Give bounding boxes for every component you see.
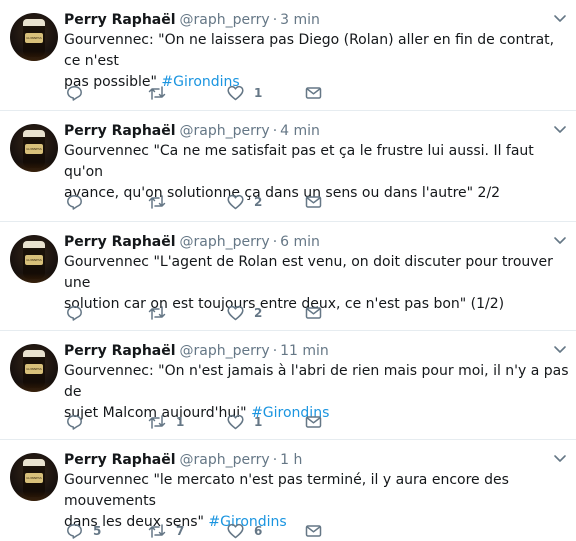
tweet-timestamp[interactable]: 6 min	[280, 234, 320, 250]
separator-dot: ·	[272, 123, 278, 139]
chevron-down-icon[interactable]	[552, 10, 568, 26]
like-button[interactable]: 2	[227, 192, 262, 212]
tweet[interactable]: GUINNESS Perry Raphaël @raph_perry · 1 h Go…	[0, 440, 576, 540]
avatar[interactable]: GUINNESS	[10, 344, 58, 392]
tweet-actions: 1 1	[64, 412, 384, 432]
like-button[interactable]: 2	[227, 303, 262, 323]
heart-icon	[227, 523, 244, 539]
reply-button[interactable]	[66, 303, 93, 323]
direct-message-button[interactable]	[305, 83, 322, 103]
like-button[interactable]: 1	[227, 412, 262, 432]
retweet-icon	[148, 415, 166, 429]
heart-icon	[227, 305, 244, 321]
tweet-header: Perry Raphaël @raph_perry · 11 min	[64, 341, 329, 361]
like-button[interactable]: 6	[227, 521, 262, 541]
direct-message-button[interactable]	[305, 412, 322, 432]
author-handle[interactable]: @raph_perry	[180, 343, 270, 359]
tweet-timestamp[interactable]: 3 min	[280, 12, 320, 28]
retweet-button[interactable]	[148, 83, 176, 103]
like-count: 2	[254, 195, 263, 209]
separator-dot: ·	[272, 343, 278, 359]
retweet-icon	[148, 306, 166, 320]
heart-icon	[227, 194, 244, 210]
retweet-button[interactable]: 7	[148, 521, 184, 541]
reply-icon	[67, 195, 82, 210]
retweet-icon	[148, 86, 166, 100]
envelope-icon	[305, 525, 322, 537]
author-handle[interactable]: @raph_perry	[180, 123, 270, 139]
separator-dot: ·	[272, 234, 278, 250]
author-handle[interactable]: @raph_perry	[180, 12, 270, 28]
like-count: 6	[254, 524, 263, 538]
envelope-icon	[305, 307, 322, 319]
chevron-down-icon[interactable]	[552, 450, 568, 466]
reply-count: 5	[93, 524, 102, 538]
reply-button[interactable]	[66, 192, 93, 212]
like-count: 2	[254, 306, 263, 320]
like-button[interactable]: 1	[227, 83, 262, 103]
avatar[interactable]: GUINNESS	[10, 453, 58, 501]
tweet-actions: 2	[64, 303, 384, 323]
retweet-button[interactable]: 1	[148, 412, 184, 432]
tweet-timestamp[interactable]: 11 min	[280, 343, 329, 359]
envelope-icon	[305, 87, 322, 99]
retweet-button[interactable]	[148, 192, 176, 212]
reply-icon	[67, 415, 82, 430]
envelope-icon	[305, 416, 322, 428]
author-name[interactable]: Perry Raphaël	[64, 234, 176, 250]
avatar[interactable]: GUINNESS	[10, 124, 58, 172]
tweet-timeline: GUINNESS Perry Raphaël @raph_perry · 3 min …	[0, 0, 576, 540]
chevron-down-icon[interactable]	[552, 121, 568, 137]
retweet-count: 7	[176, 524, 185, 538]
author-name[interactable]: Perry Raphaël	[64, 12, 176, 28]
envelope-icon	[305, 196, 322, 208]
author-name[interactable]: Perry Raphaël	[64, 123, 176, 139]
retweet-button[interactable]	[148, 303, 176, 323]
retweet-icon	[148, 524, 166, 538]
direct-message-button[interactable]	[305, 303, 322, 323]
tweet[interactable]: GUINNESS Perry Raphaël @raph_perry · 6 min …	[0, 222, 576, 331]
chevron-down-icon[interactable]	[552, 341, 568, 357]
avatar[interactable]: GUINNESS	[10, 13, 58, 61]
like-count: 1	[254, 86, 263, 100]
direct-message-button[interactable]	[305, 192, 322, 212]
tweet-actions: 1	[64, 83, 384, 103]
tweet-timestamp[interactable]: 1 h	[280, 452, 302, 468]
tweet-actions: 5 7 6	[64, 521, 384, 541]
tweet-timestamp[interactable]: 4 min	[280, 123, 320, 139]
author-name[interactable]: Perry Raphaël	[64, 452, 176, 468]
direct-message-button[interactable]	[305, 521, 322, 541]
heart-icon	[227, 85, 244, 101]
tweet-actions: 2	[64, 192, 384, 212]
tweet-text-body: Gourvennec: "On ne laissera pas Diego (R…	[64, 32, 555, 90]
tweet-header: Perry Raphaël @raph_perry · 1 h	[64, 450, 302, 470]
separator-dot: ·	[272, 452, 278, 468]
chevron-down-icon[interactable]	[552, 232, 568, 248]
reply-icon	[67, 86, 82, 101]
tweet-header: Perry Raphaël @raph_perry · 4 min	[64, 121, 320, 141]
author-handle[interactable]: @raph_perry	[180, 452, 270, 468]
like-count: 1	[254, 415, 263, 429]
retweet-count: 1	[176, 415, 185, 429]
avatar[interactable]: GUINNESS	[10, 235, 58, 283]
author-name[interactable]: Perry Raphaël	[64, 343, 176, 359]
separator-dot: ·	[272, 12, 278, 28]
tweet[interactable]: GUINNESS Perry Raphaël @raph_perry · 3 min …	[0, 0, 576, 111]
reply-button[interactable]	[66, 412, 93, 432]
tweet-header: Perry Raphaël @raph_perry · 3 min	[64, 10, 320, 30]
reply-icon	[67, 306, 82, 321]
reply-button[interactable]	[66, 83, 93, 103]
tweet[interactable]: GUINNESS Perry Raphaël @raph_perry · 4 min …	[0, 111, 576, 222]
tweet[interactable]: GUINNESS Perry Raphaël @raph_perry · 11 min…	[0, 331, 576, 440]
tweet-header: Perry Raphaël @raph_perry · 6 min	[64, 232, 320, 252]
author-handle[interactable]: @raph_perry	[180, 234, 270, 250]
heart-icon	[227, 414, 244, 430]
reply-icon	[67, 524, 82, 539]
reply-button[interactable]: 5	[66, 521, 101, 541]
retweet-icon	[148, 195, 166, 209]
